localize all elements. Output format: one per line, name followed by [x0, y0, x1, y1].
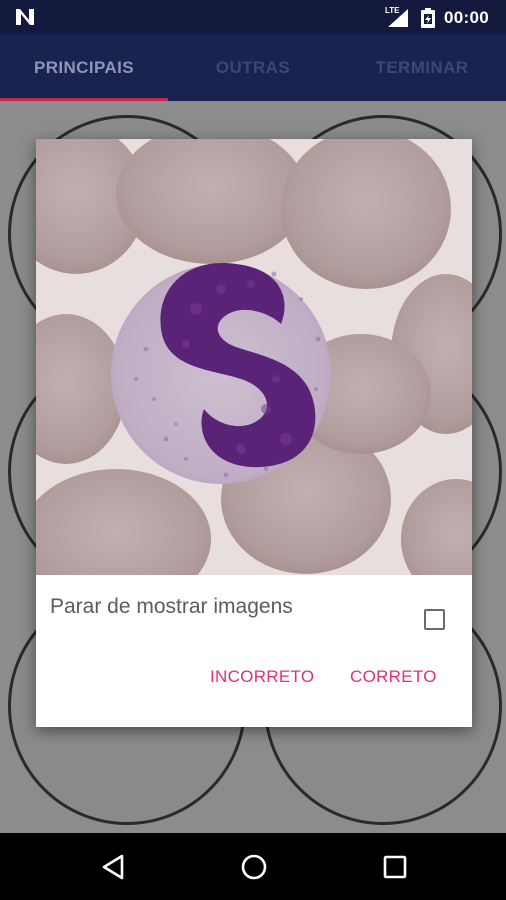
battery-icon	[421, 8, 435, 28]
incorrect-button[interactable]: INCORRETO	[210, 667, 314, 687]
cell-image	[36, 139, 472, 575]
tab-principais[interactable]: PRINCIPAIS	[0, 34, 168, 101]
navigation-bar	[0, 833, 506, 900]
image-dialog: Parar de mostrar imagens INCORRETO CORRE…	[36, 139, 472, 727]
blood-cell-illustration	[36, 139, 472, 575]
status-bar: LTE 00:00	[0, 0, 506, 34]
recents-icon[interactable]	[382, 854, 408, 880]
clock: 00:00	[444, 8, 489, 27]
tab-terminar[interactable]: TERMINAR	[338, 34, 506, 101]
home-icon[interactable]	[240, 853, 268, 881]
back-icon[interactable]	[100, 853, 126, 881]
n-logo-icon	[16, 9, 34, 25]
correct-button[interactable]: CORRETO	[350, 667, 437, 687]
tab-bar: PRINCIPAIS OUTRAS TERMINAR	[0, 34, 506, 101]
signal-icon	[388, 9, 408, 27]
stop-showing-images-checkbox[interactable]	[424, 609, 445, 630]
stop-showing-images-label: Parar de mostrar imagens	[50, 595, 293, 618]
tab-outras[interactable]: OUTRAS	[169, 34, 337, 101]
